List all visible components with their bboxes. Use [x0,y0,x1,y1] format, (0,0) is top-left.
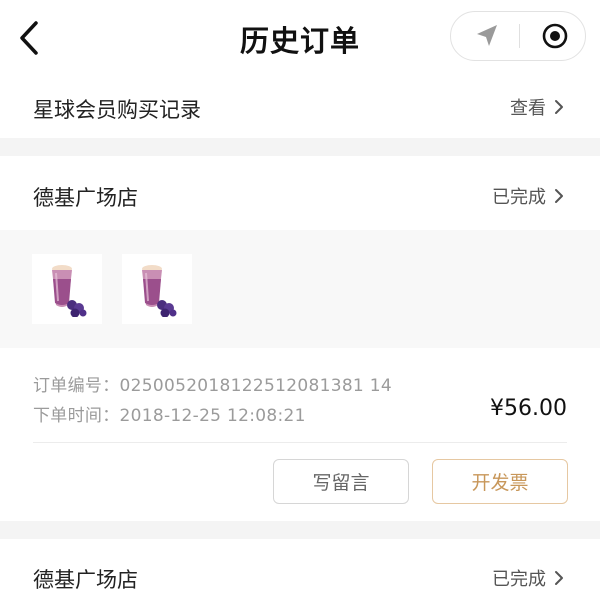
view-label: 查看 [510,98,546,119]
order-status: 已完成 [492,187,546,208]
order-status-link[interactable]: 已完成 [492,565,564,591]
order-time: 2018-12-25 12:08:21 [119,406,306,426]
store-name: 德基广场店 [33,568,138,592]
write-message-button[interactable]: 写留言 [273,459,409,504]
membership-record-row[interactable]: 星球会员购买记录 查看 [0,78,600,138]
order-products[interactable] [0,230,600,348]
order-store-row[interactable]: 德基广场店 已完成 [0,156,600,230]
membership-record-label: 星球会员购买记录 [33,98,201,122]
order-status: 已完成 [492,569,546,590]
order-store-row[interactable]: 德基广场店 已完成 [0,539,600,600]
purple-drink-cup-icon [142,265,177,317]
order-number: 0250052018122512081381 14 [119,376,392,396]
chevron-right-icon [554,99,564,115]
order-number-line: 订单编号：0250052018122512081381 14 [33,371,392,396]
order-time-label: 下单时间： [33,406,120,426]
store-name: 德基广场店 [33,186,138,210]
chevron-right-icon [554,188,564,204]
product-thumbnail[interactable] [32,254,102,324]
order-status-link[interactable]: 已完成 [492,183,564,209]
chevron-right-icon [554,570,564,586]
product-thumbnail[interactable] [122,254,192,324]
divider [33,442,567,443]
order-number-label: 订单编号： [33,376,120,396]
order-time-line: 下单时间：2018-12-25 12:08:21 [33,401,306,426]
navigation-bar: 历史订单 [0,0,600,78]
navigation-arrow-button[interactable] [463,12,511,60]
target-icon [542,23,568,49]
mini-program-capsule [450,11,586,61]
view-membership-link[interactable]: 查看 [510,94,564,120]
capsule-divider [519,24,520,48]
section-separator [0,138,600,156]
purple-drink-cup-icon [52,265,87,317]
navigation-arrow-icon [477,25,497,46]
section-separator [0,521,600,539]
target-button[interactable] [531,12,579,60]
order-price: ¥56.00 [490,396,567,421]
issue-invoice-button[interactable]: 开发票 [432,459,568,504]
